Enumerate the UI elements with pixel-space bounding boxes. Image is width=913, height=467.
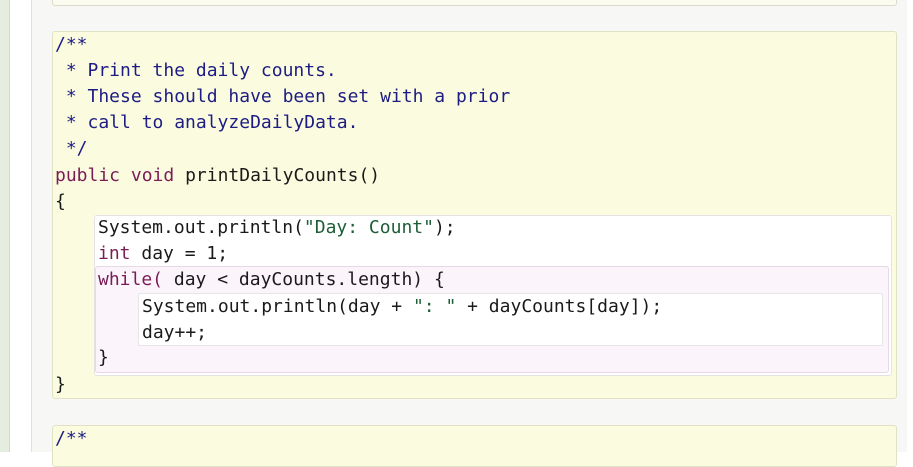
editor-gutter [0, 0, 10, 452]
println-count-statement: System.out.println(day + ": " + dayCount… [142, 294, 662, 320]
int-keyword: int [98, 243, 131, 264]
comment-line-1: /** [55, 34, 88, 55]
method-close-brace: } [55, 374, 66, 395]
println-header-statement: System.out.println("Day: Count"); [98, 215, 456, 241]
previous-method-block [52, 0, 897, 6]
println-header-suffix: ); [433, 217, 456, 238]
while-condition: day < dayCounts.length) { [163, 269, 445, 290]
next-method-block[interactable] [52, 425, 897, 467]
while-keyword: while( [98, 269, 164, 290]
while-close-brace: } [98, 347, 109, 368]
comment-line-5: */ [55, 138, 88, 159]
while-header: while( day < dayCounts.length) { [98, 267, 445, 293]
println-count-prefix: System.out.println(day + [142, 296, 413, 317]
println-count-string: ": " [412, 296, 457, 317]
modifier-keyword: public [55, 165, 121, 186]
day-increment-statement: day++; [142, 322, 208, 343]
next-comment-line: /** [55, 428, 88, 449]
println-header-string: "Day: Count" [303, 217, 434, 238]
comment-line-2: * Print the daily counts. [55, 60, 337, 81]
method-name: printDailyCounts() [185, 165, 381, 186]
day-declaration-rest: day = 1; [130, 243, 229, 264]
println-count-suffix: + dayCounts[day]); [456, 296, 663, 317]
day-declaration-statement: int day = 1; [98, 241, 228, 267]
comment-line-4: * call to analyzeDailyData. [55, 112, 359, 133]
println-header-prefix: System.out.println( [98, 217, 304, 238]
method-signature: public void printDailyCounts() [55, 163, 380, 189]
comment-line-3: * These should have been set with a prio… [55, 86, 511, 107]
return-type-keyword: void [130, 165, 175, 186]
method-open-brace: { [55, 191, 66, 212]
